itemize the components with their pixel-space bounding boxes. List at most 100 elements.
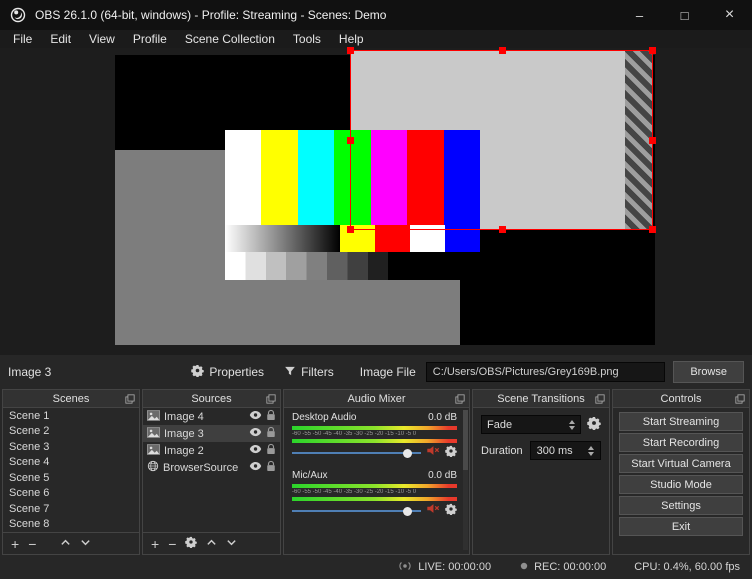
scene-item[interactable]: Scene 8	[3, 517, 139, 533]
remove-source-button[interactable]: −	[168, 537, 176, 551]
lock-icon[interactable]	[266, 409, 276, 424]
dock-menu-icon[interactable]	[125, 394, 135, 404]
sources-panel-header[interactable]: Sources	[143, 390, 280, 408]
scene-item[interactable]: Scene 7	[3, 501, 139, 517]
duration-spinbox[interactable]: 300 ms	[529, 441, 601, 460]
visibility-eye-icon[interactable]	[249, 461, 262, 474]
channel-gear-icon[interactable]	[445, 502, 457, 520]
sources-title: Sources	[191, 392, 232, 405]
slider-handle[interactable]	[402, 448, 412, 458]
combo-arrows-icon[interactable]	[569, 419, 575, 430]
exit-button[interactable]: Exit	[619, 517, 743, 536]
selection-handle-bottom-middle[interactable]	[498, 226, 506, 233]
dock-menu-icon[interactable]	[266, 394, 276, 404]
dock-menu-icon[interactable]	[735, 394, 745, 404]
globe-icon	[147, 460, 159, 475]
scene-item[interactable]: Scene 1	[3, 408, 139, 424]
properties-button[interactable]: Properties	[191, 364, 264, 380]
menu-bar: File Edit View Profile Scene Collection …	[0, 30, 752, 48]
menu-tools[interactable]: Tools	[284, 30, 330, 48]
lock-icon[interactable]	[266, 460, 276, 475]
selection-handle-middle-right[interactable]	[649, 137, 656, 144]
menu-profile[interactable]: Profile	[124, 30, 176, 48]
controls-panel-header[interactable]: Controls	[613, 390, 749, 408]
scene-transitions-panel: Scene Transitions Fade Duration 300 ms	[472, 389, 610, 555]
start-virtual-camera-button[interactable]: Start Virtual Camera	[619, 454, 743, 473]
source-item-selected[interactable]: Image 3	[143, 425, 280, 442]
dock-menu-icon[interactable]	[595, 394, 605, 404]
transition-select[interactable]: Fade	[481, 415, 581, 434]
scenes-title: Scenes	[52, 392, 90, 405]
mute-speaker-icon[interactable]	[426, 444, 440, 462]
db-scale: -60 -55 -50 -45 -40 -35 -30 -25 -20 -15 …	[292, 431, 417, 437]
mute-speaker-icon[interactable]	[426, 502, 440, 520]
source-up-button[interactable]	[206, 535, 217, 553]
audio-mixer-header[interactable]: Audio Mixer	[284, 390, 469, 408]
transition-properties-gear-icon[interactable]	[587, 416, 601, 433]
selection-handle-top-right[interactable]	[649, 47, 656, 54]
scene-up-button[interactable]	[60, 535, 71, 553]
volume-slider[interactable]	[292, 447, 421, 459]
visibility-eye-icon[interactable]	[249, 427, 262, 440]
scene-item[interactable]: Scene 3	[3, 439, 139, 455]
selected-source-label: Image 3	[8, 365, 52, 379]
channel-gear-icon[interactable]	[445, 444, 457, 462]
scene-down-button[interactable]	[80, 535, 91, 553]
selection-handle-bottom-left[interactable]	[347, 226, 354, 233]
minimize-button[interactable]: –	[617, 0, 662, 30]
source-item[interactable]: Image 2	[143, 442, 280, 459]
add-source-button[interactable]: +	[151, 537, 159, 551]
filters-label: Filters	[301, 365, 334, 379]
scenes-panel-header[interactable]: Scenes	[3, 390, 139, 408]
maximize-button[interactable]: □	[662, 0, 707, 30]
add-scene-button[interactable]: +	[11, 537, 19, 551]
menu-scene-collection[interactable]: Scene Collection	[176, 30, 284, 48]
filters-button[interactable]: Filters	[284, 365, 334, 380]
menu-view[interactable]: View	[80, 30, 124, 48]
volume-meter	[292, 426, 457, 430]
window-controls: – □ ×	[617, 0, 752, 30]
selection-handle-top-middle[interactable]	[498, 47, 506, 54]
dock-menu-icon[interactable]	[455, 394, 465, 404]
title-bar[interactable]: OBS 26.1.0 (64-bit, windows) - Profile: …	[0, 0, 752, 30]
scene-item[interactable]: Scene 4	[3, 455, 139, 471]
rec-dot-icon	[519, 561, 529, 574]
menu-edit[interactable]: Edit	[41, 30, 80, 48]
lock-icon[interactable]	[266, 443, 276, 458]
selection-handle-middle-left[interactable]	[347, 137, 354, 144]
source-properties-gear-icon[interactable]	[185, 535, 198, 553]
start-streaming-button[interactable]: Start Streaming	[619, 412, 743, 431]
source-down-button[interactable]	[226, 535, 237, 553]
visibility-eye-icon[interactable]	[249, 410, 262, 423]
start-recording-button[interactable]: Start Recording	[619, 433, 743, 452]
source-item[interactable]: Image 4	[143, 408, 280, 425]
close-button[interactable]: ×	[707, 0, 752, 30]
remove-scene-button[interactable]: −	[28, 537, 36, 551]
volume-slider[interactable]	[292, 505, 421, 517]
scene-item[interactable]: Scene 2	[3, 424, 139, 440]
selection-handle-top-left[interactable]	[347, 47, 354, 54]
spin-arrows-icon[interactable]	[588, 445, 594, 456]
mixer-scrollbar[interactable]	[463, 410, 468, 550]
scenes-list: Scene 1 Scene 2 Scene 3 Scene 4 Scene 5 …	[3, 408, 139, 532]
menu-help[interactable]: Help	[330, 30, 373, 48]
scene-item[interactable]: Scene 6	[3, 486, 139, 502]
scene-item[interactable]: Scene 5	[3, 470, 139, 486]
browse-button[interactable]: Browse	[673, 361, 744, 383]
mixer-channel-desktop-audio: Desktop Audio 0.0 dB -60 -55 -50 -45 -40…	[292, 412, 457, 461]
volume-meter	[292, 497, 457, 501]
sources-panel: Sources Image 4 Image 3 Image 2 BrowserS…	[142, 389, 281, 555]
menu-file[interactable]: File	[4, 30, 41, 48]
image-file-input[interactable]	[425, 362, 666, 382]
lock-icon[interactable]	[266, 426, 276, 441]
selection-outline[interactable]	[347, 47, 656, 233]
source-item[interactable]: BrowserSource	[143, 459, 280, 476]
selection-handle-bottom-right[interactable]	[649, 226, 656, 233]
studio-mode-button[interactable]: Studio Mode	[619, 475, 743, 494]
slider-track[interactable]	[292, 452, 421, 454]
settings-button[interactable]: Settings	[619, 496, 743, 515]
slider-handle[interactable]	[402, 506, 412, 516]
scene-transitions-header[interactable]: Scene Transitions	[473, 390, 609, 408]
visibility-eye-icon[interactable]	[249, 444, 262, 457]
slider-track[interactable]	[292, 510, 421, 512]
